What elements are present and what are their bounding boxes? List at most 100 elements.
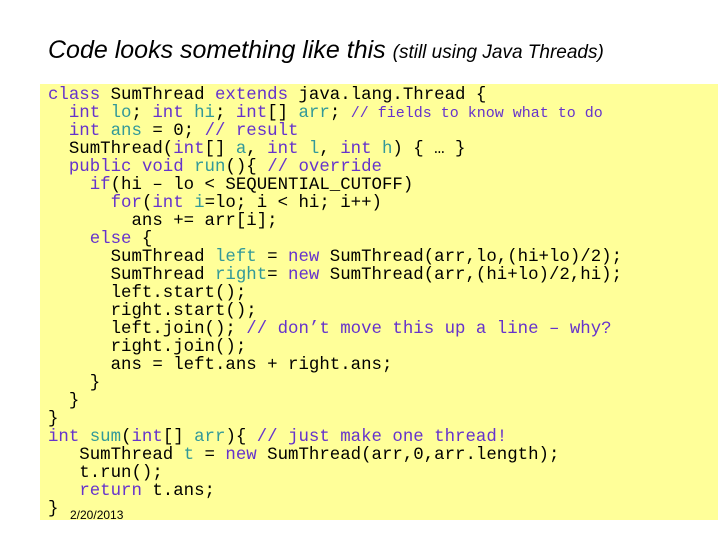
code-text: right.start();: [48, 302, 257, 321]
code-keyword: int: [48, 428, 80, 447]
code-text: SumThread(arr,lo,(hi+lo)/2);: [319, 248, 623, 267]
code-text: }: [48, 374, 101, 393]
code-keyword: int: [152, 104, 184, 123]
code-identifier: i: [194, 194, 205, 213]
code-text: ,: [246, 140, 268, 159]
code-comment: // result: [204, 122, 299, 141]
code-text: left.start();: [48, 284, 247, 303]
code-text: =: [267, 266, 289, 285]
code-identifier: l: [308, 140, 320, 159]
code-keyword: int: [173, 140, 205, 159]
code-keyword: int: [68, 104, 101, 123]
code-line: int lo; int hi; int[] arr; // fields to …: [48, 105, 622, 123]
code-line: int sum(int[] arr){ // just make one thr…: [48, 429, 622, 447]
code-keyword: if: [89, 176, 111, 195]
code-text: []: [267, 104, 299, 123]
code-text: left.join();: [48, 320, 247, 339]
code-text: =: [194, 446, 226, 465]
code-text: ans = left.ans + right.ans;: [48, 356, 393, 375]
code-text: (: [141, 194, 153, 213]
code-line: int ans = 0; // result: [48, 123, 622, 141]
code-text: ,: [319, 140, 341, 159]
code-text: {: [131, 230, 153, 249]
code-text: ;: [215, 104, 236, 123]
code-line: ans = left.ans + right.ans;: [48, 357, 622, 375]
code-text: SumThread(: [48, 140, 174, 159]
code-line: class SumThread extends java.lang.Thread…: [48, 87, 622, 105]
code-text: (hi – lo < SEQUENTIAL_CUTOFF): [110, 176, 414, 195]
code-block: class SumThread extends java.lang.Thread…: [48, 87, 622, 519]
code-identifier: ans: [110, 122, 142, 141]
code-identifier: h: [381, 140, 393, 159]
code-keyword: new: [288, 248, 320, 267]
code-text: SumThread(arr,0,arr.length);: [256, 446, 560, 465]
code-line: left.join(); // don’t move this up a lin…: [48, 321, 622, 339]
code-line: t.run();: [48, 465, 622, 483]
code-keyword: return: [79, 482, 142, 501]
code-comment: // fields to know what to do: [350, 105, 603, 122]
code-identifier: arr: [298, 104, 330, 123]
code-text: SumThread: [100, 86, 215, 105]
code-line: else {: [48, 231, 622, 249]
code-keyword: int: [235, 104, 268, 123]
code-line: }: [48, 393, 622, 411]
code-line: ans += arr[i];: [48, 213, 622, 231]
code-keyword: int: [267, 140, 299, 159]
code-text: SumThread: [48, 446, 184, 465]
code-comment: // don’t move this up a line – why?: [246, 320, 612, 339]
code-keyword: void: [141, 158, 184, 177]
code-text: ;: [131, 104, 153, 123]
code-text: t.run();: [48, 464, 163, 483]
code-keyword: int: [340, 140, 372, 159]
code-line: }: [48, 501, 622, 519]
code-line: }: [48, 375, 622, 393]
code-keyword: int: [152, 194, 184, 213]
code-text: }: [48, 392, 80, 411]
code-keyword: public: [68, 158, 132, 177]
code-identifier: hi: [194, 104, 215, 123]
code-text: }: [48, 410, 59, 429]
slide-title: Code looks something like this (still us…: [48, 36, 604, 65]
code-text: =lo; i < hi; i++): [204, 194, 382, 213]
code-line: SumThread t = new SumThread(arr,0,arr.le…: [48, 447, 622, 465]
code-line: for(int i=lo; i < hi; i++): [48, 195, 622, 213]
code-text: }: [48, 500, 59, 519]
code-keyword: new: [288, 266, 320, 285]
code-text: SumThread: [48, 266, 215, 285]
slide-title-main: Code looks something like this: [48, 36, 386, 64]
code-line: public void run(){ // override: [48, 159, 622, 177]
code-identifier: a: [235, 140, 247, 159]
code-identifier: arr: [194, 428, 226, 447]
code-keyword: for: [110, 194, 142, 213]
code-text: []: [204, 140, 236, 159]
code-text: java.lang.Thread {: [288, 86, 487, 105]
code-text: ans += arr[i];: [48, 212, 278, 231]
code-line: return t.ans;: [48, 483, 622, 501]
code-text: ) { … }: [392, 140, 466, 159]
code-identifier: left: [214, 248, 257, 267]
code-keyword: class: [48, 86, 101, 105]
code-keyword: extends: [215, 86, 289, 105]
code-line: if(hi – lo < SEQUENTIAL_CUTOFF): [48, 177, 622, 195]
slide-subtitle: (still using Java Threads): [392, 42, 604, 63]
code-comment: // just make one thread!: [256, 428, 508, 447]
code-line: SumThread(int[] a, int l, int h) { … }: [48, 141, 622, 159]
code-identifier: t: [183, 446, 195, 465]
code-keyword: int: [131, 428, 163, 447]
code-text: []: [162, 428, 195, 447]
code-identifier: right: [214, 266, 268, 285]
code-line: right.join();: [48, 339, 622, 357]
